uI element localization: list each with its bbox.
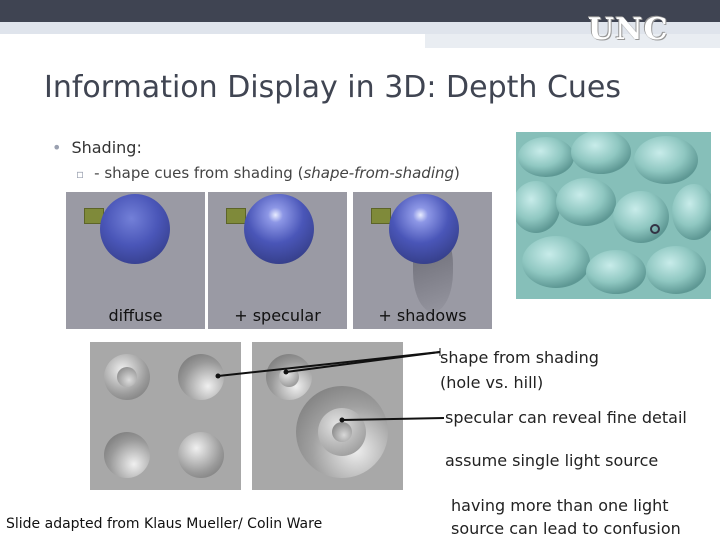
note-hole-vs-hill: (hole vs. hill) (440, 373, 544, 392)
slide-credit: Slide adapted from Klaus Mueller/ Colin … (6, 516, 323, 532)
note-shape-from-shading: shape from shading (440, 348, 599, 367)
note-confusion-line2: source can lead to confusion (451, 519, 681, 538)
note-confusion-line1: having more than one light (451, 496, 669, 515)
note-single-light: assume single light source (445, 451, 659, 470)
note-specular: specular can reveal fine detail (445, 408, 687, 427)
